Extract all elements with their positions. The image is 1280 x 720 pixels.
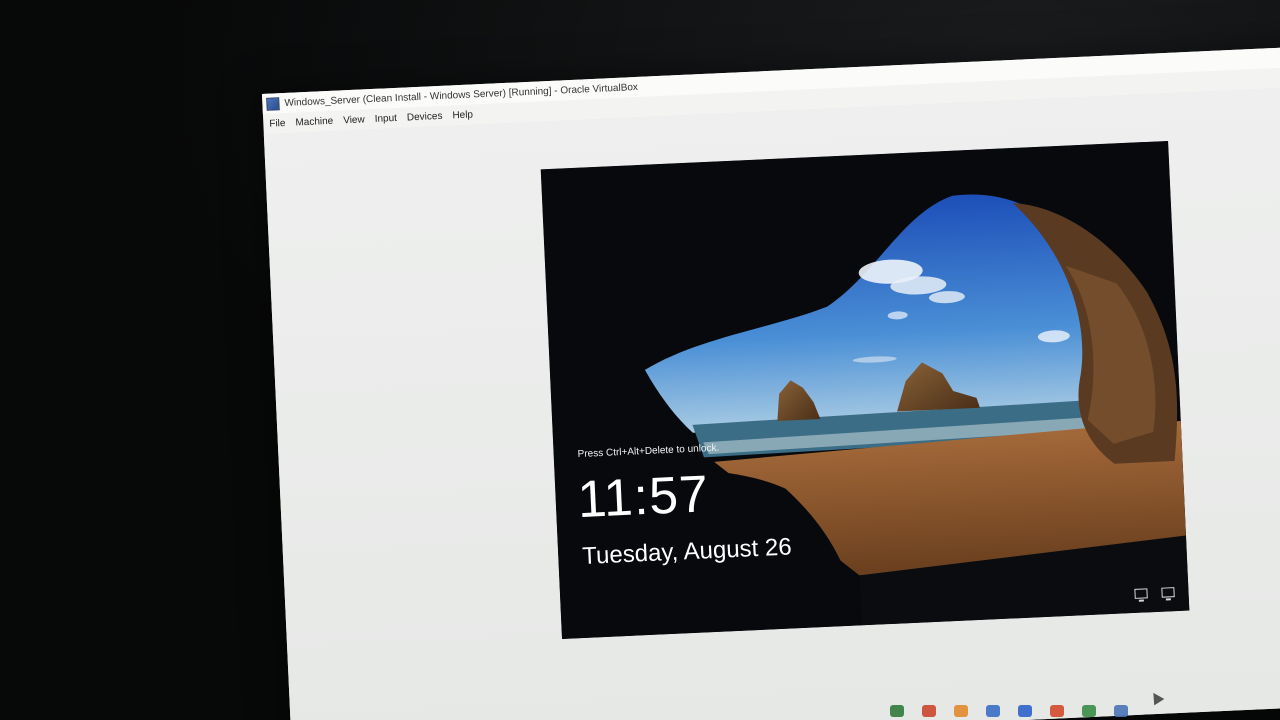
menu-machine[interactable]: Machine — [293, 115, 341, 128]
photo-scene: Windows_Server (Clean Install - Windows … — [0, 0, 1280, 720]
virtualbox-window: Windows_Server (Clean Install - Windows … — [262, 45, 1280, 720]
menu-view[interactable]: View — [341, 114, 373, 126]
menu-help[interactable]: Help — [450, 109, 481, 121]
virtualbox-icon — [266, 96, 280, 111]
virtualbox-icon[interactable] — [1114, 704, 1128, 717]
app-icon[interactable] — [986, 704, 1000, 717]
app-icon[interactable] — [954, 704, 968, 717]
app-icon[interactable] — [1018, 704, 1032, 717]
network-icon[interactable] — [1161, 587, 1175, 598]
vm-display-area: Press Ctrl+Alt+Delete to unlock. 11:57 T… — [263, 85, 1280, 720]
chrome-icon[interactable] — [890, 704, 904, 717]
host-taskbar — [880, 701, 1280, 720]
chrome-icon[interactable] — [1082, 704, 1096, 717]
menu-file[interactable]: File — [267, 117, 294, 129]
windows-lock-screen[interactable]: Press Ctrl+Alt+Delete to unlock. 11:57 T… — [540, 140, 1190, 639]
display-icon[interactable] — [1134, 588, 1148, 599]
chrome-icon[interactable] — [1050, 704, 1064, 717]
app-icon[interactable] — [922, 704, 936, 717]
lock-clock: 11:57 — [576, 465, 711, 530]
menu-input[interactable]: Input — [372, 112, 405, 124]
lock-tray — [1134, 587, 1175, 599]
menu-devices[interactable]: Devices — [405, 110, 451, 123]
